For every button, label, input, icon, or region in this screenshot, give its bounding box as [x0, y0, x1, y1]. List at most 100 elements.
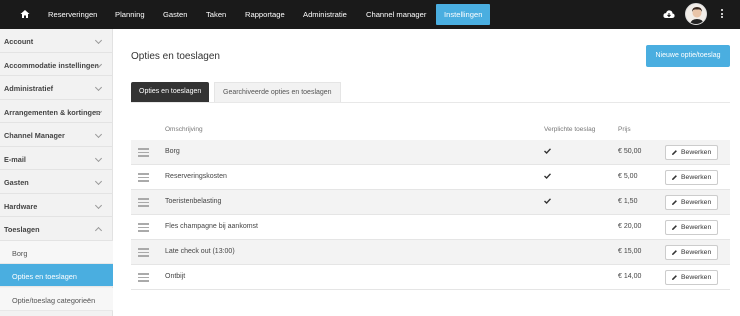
chevron-down-icon [94, 107, 103, 115]
sidebar-item-label: Gasten [4, 178, 29, 187]
row-price: € 15,00 [618, 248, 642, 255]
tab-divider [131, 102, 730, 103]
avatar[interactable] [685, 3, 707, 25]
pencil-icon [672, 225, 677, 230]
column-header-price: Prijs [618, 126, 631, 133]
drag-handle-icon[interactable] [138, 173, 149, 182]
checkmark-icon [544, 172, 552, 181]
sidebar-item-channel-manager[interactable]: Channel Manager [0, 123, 113, 147]
edit-button-label: Bewerken [681, 249, 712, 256]
sidebar-item-e-mail[interactable]: E-mail [0, 147, 113, 170]
sidebar-item-label: Channel Manager [4, 131, 65, 140]
table-row: Fles champagne bij aankomst € 20,00 Bewerk… [131, 215, 730, 240]
nav-item-gasten[interactable]: Gasten [163, 0, 187, 29]
sidebar-item-label: E-mail [4, 154, 26, 164]
row-description: Toeristenbelasting [165, 198, 222, 205]
chevron-down-icon [94, 60, 103, 68]
edit-button[interactable]: Bewerken [665, 220, 718, 235]
chevron-up-icon [94, 226, 103, 235]
pencil-icon [672, 200, 677, 205]
row-description: Ontbijt [165, 273, 186, 280]
tab-options-and-surcharges[interactable]: Opties en toeslagen [131, 82, 210, 102]
pencil-icon [672, 275, 677, 280]
table-row: Reserveringskosten € 5,00 Bewerken [131, 165, 730, 190]
sidebar-item-account[interactable]: Account [0, 29, 113, 53]
chevron-down-icon [94, 36, 103, 45]
row-price: € 5,00 [618, 173, 638, 180]
drag-handle-icon[interactable] [138, 198, 149, 207]
edit-button[interactable]: Bewerken [665, 145, 718, 160]
page-title: Opties en toeslagen [131, 51, 220, 62]
sidebar-item-label: Accommodatie instellingen [4, 60, 99, 70]
row-price: € 50,00 [618, 148, 642, 155]
chevron-down-icon [94, 83, 103, 92]
edit-button-label: Bewerken [681, 224, 712, 231]
sidebar-item-administratief[interactable]: Administratief [0, 76, 113, 100]
row-description: Late check out (13:00) [165, 248, 235, 255]
cloud-download-icon[interactable] [663, 9, 675, 19]
sidebar-item-accommodatie-instellingen[interactable]: Accommodatie instellingen [0, 53, 113, 76]
sidebar-item-toeslagen[interactable]: Toeslagen [0, 217, 113, 241]
sidebar-subitem-borg[interactable]: Borg [0, 240, 113, 264]
edit-button-label: Bewerken [681, 199, 712, 206]
nav-item-channel-manager[interactable]: Channel manager [366, 0, 426, 29]
column-header-description: Omschrijving [165, 126, 203, 133]
row-description: Borg [165, 148, 180, 155]
edit-button-label: Bewerken [681, 274, 712, 281]
table-row: Ontbijt € 14,00 Bewerken [131, 265, 730, 290]
row-description: Reserveringskosten [165, 173, 227, 180]
sidebar-item-label: Hardware [4, 201, 38, 211]
chevron-down-icon [94, 201, 103, 209]
row-price: € 14,00 [618, 273, 642, 280]
pencil-icon [672, 250, 677, 255]
sidebar-item-gasten[interactable]: Gasten [0, 170, 113, 194]
nav-item-rapportage[interactable]: Rapportage [245, 0, 285, 29]
chevron-down-icon [94, 177, 103, 186]
sidebar-item-label: Arrangementen & kortingen [4, 107, 101, 117]
nav-item-reserveringen[interactable]: Reserveringen [48, 0, 97, 29]
checkmark-icon [544, 147, 552, 156]
drag-handle-icon[interactable] [138, 223, 149, 232]
sidebar-subitem-optie-toeslag-categorie-n[interactable]: Optie/toeslag categorieën [0, 287, 113, 311]
sidebar-subitem-label: Opties en toeslagen [12, 272, 77, 281]
chevron-down-icon [94, 154, 103, 162]
edit-button-label: Bewerken [681, 174, 712, 181]
row-price: € 20,00 [618, 223, 642, 230]
pencil-icon [672, 175, 677, 180]
edit-button-label: Bewerken [681, 149, 712, 156]
sidebar-subitem-opties-en-toeslagen[interactable]: Opties en toeslagen [0, 264, 113, 287]
nav-item-taken[interactable]: Taken [206, 0, 226, 29]
row-price: € 1,50 [618, 198, 638, 205]
top-navigation: Reserveringen Planning Gasten Taken Rapporta… [0, 0, 740, 29]
edit-button[interactable]: Bewerken [665, 195, 718, 210]
edit-button[interactable]: Bewerken [665, 170, 718, 185]
sidebar-item-hardware[interactable]: Hardware [0, 194, 113, 217]
drag-handle-icon[interactable] [138, 273, 149, 282]
drag-handle-icon[interactable] [138, 148, 149, 157]
chevron-down-icon [94, 130, 103, 139]
nav-item-instellingen[interactable]: Instellingen [436, 4, 491, 25]
sidebar-subitem-label: Optie/toeslag categorieën [12, 295, 96, 305]
table-row: Late check out (13:00) € 15,00 Bewerken [131, 240, 730, 265]
column-header-mandatory: Verplichte toeslag [544, 126, 596, 133]
sidebar: Account Accommodatie instellingen Administ… [0, 29, 113, 316]
sidebar-item-label: Toeslagen [4, 225, 40, 234]
kebab-menu-icon[interactable] [719, 9, 725, 20]
drag-handle-icon[interactable] [138, 248, 149, 257]
checkmark-icon [544, 197, 552, 206]
sidebar-subitem-label: Borg [12, 248, 28, 258]
edit-button[interactable]: Bewerken [665, 270, 718, 285]
edit-button[interactable]: Bewerken [665, 245, 718, 260]
row-description: Fles champagne bij aankomst [165, 223, 258, 230]
home-icon[interactable] [20, 9, 30, 19]
new-option-button[interactable]: Nieuwe optie/toeslag [646, 45, 730, 67]
sidebar-item-label: Administratief [4, 84, 54, 93]
sidebar-item-arrangementen-kortingen[interactable]: Arrangementen & kortingen [0, 100, 113, 123]
nav-item-administratie[interactable]: Administratie [303, 0, 347, 29]
table-row: Borg € 50,00 Bewerken [131, 140, 730, 165]
pencil-icon [672, 150, 677, 155]
table-row: Toeristenbelasting € 1,50 Bewerken [131, 190, 730, 215]
sidebar-item-label: Account [4, 37, 34, 46]
nav-item-planning[interactable]: Planning [115, 0, 145, 29]
tab-archived-options[interactable]: Gearchiveerde opties en toeslagen [214, 82, 341, 102]
